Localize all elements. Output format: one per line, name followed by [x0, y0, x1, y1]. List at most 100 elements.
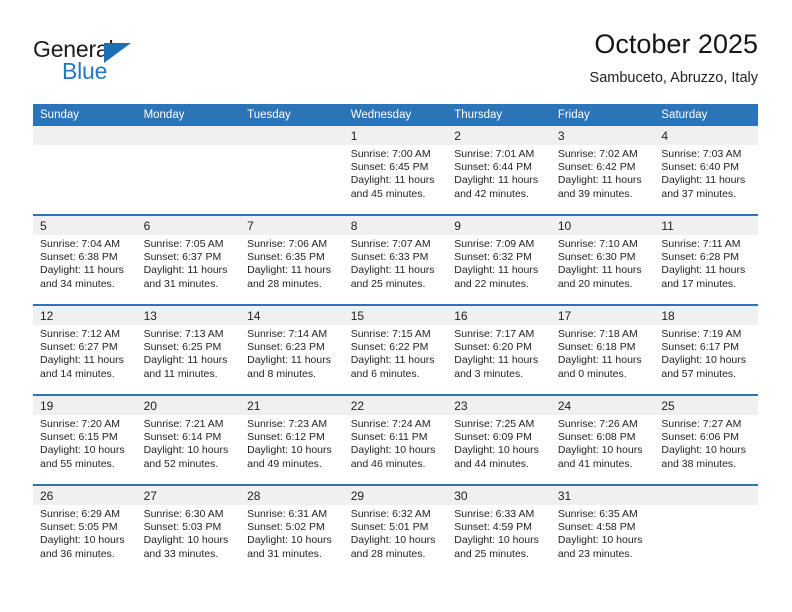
daylight-text-line2: and 0 minutes. [557, 367, 627, 380]
calendar-day-cell[interactable]: 29 Sunrise: 6:32 AM Sunset: 5:01 PM Dayligh… [343, 484, 448, 574]
calendar-day-cell[interactable]: 24 Sunrise: 7:26 AM Sunset: 6:08 PM Dayligh… [550, 394, 655, 485]
calendar-day-cell[interactable]: 18 Sunrise: 7:19 AM Sunset: 6:17 PM Dayligh… [654, 304, 758, 395]
calendar-day-cell[interactable]: 11 Sunrise: 7:11 AM Sunset: 6:28 PM Dayligh… [654, 214, 758, 305]
sunset-text: Sunset: 6:12 PM [247, 431, 325, 444]
sunrise-text: Sunrise: 6:29 AM [40, 508, 120, 520]
day-cell-inner: 22 Sunrise: 7:24 AM Sunset: 6:11 PM Dayligh… [343, 396, 448, 484]
sunrise-text: Sunrise: 7:03 AM [661, 148, 742, 160]
day-number [240, 126, 344, 145]
daylight-text-line2: and 25 minutes. [454, 547, 529, 560]
sunrise-text: Sunrise: 7:09 AM [454, 238, 535, 250]
day-number: 24 [550, 396, 655, 415]
calendar-day-cell[interactable]: 15 Sunrise: 7:15 AM Sunset: 6:22 PM Dayligh… [343, 304, 448, 395]
sunset-text: Sunset: 6:40 PM [661, 161, 740, 174]
weekday-header-row: Sunday Monday Tuesday Wednesday Thursday… [33, 104, 758, 126]
daylight-text-line2: and 20 minutes. [557, 277, 633, 290]
day-number: 16 [447, 306, 551, 325]
calendar-day-cell[interactable]: 17 Sunrise: 7:18 AM Sunset: 6:18 PM Dayligh… [550, 304, 655, 395]
calendar-day-cell[interactable]: 19 Sunrise: 7:20 AM Sunset: 6:15 PM Dayligh… [33, 394, 137, 485]
title-block: October 2025 Sambuceto, Abruzzo, Italy [590, 28, 758, 88]
calendar-day-cell[interactable]: 7 Sunrise: 7:06 AM Sunset: 6:35 PM Daylight… [240, 214, 344, 305]
day-number: 31 [550, 486, 655, 505]
calendar-day-cell[interactable]: 31 Sunrise: 6:35 AM Sunset: 4:58 PM Dayligh… [550, 484, 655, 574]
daylight-text-line2: and 8 minutes. [247, 367, 317, 380]
day-number: 22 [343, 396, 448, 415]
day-cell-inner: 26 Sunrise: 6:29 AM Sunset: 5:05 PM Dayligh… [33, 486, 137, 574]
day-number: 18 [654, 306, 758, 325]
calendar-day-cell-empty [33, 126, 137, 215]
day-number: 11 [654, 216, 758, 235]
sunrise-text: Sunrise: 6:32 AM [350, 508, 431, 520]
daylight-text-line2: and 39 minutes. [557, 187, 633, 200]
sunrise-text: Sunrise: 6:33 AM [454, 508, 535, 520]
daylight-text-line2: and 28 minutes. [350, 547, 426, 560]
general-blue-logo[interactable]: General Blue [33, 36, 183, 88]
calendar-day-cell[interactable]: 14 Sunrise: 7:14 AM Sunset: 6:23 PM Dayligh… [240, 304, 344, 395]
daylight-text-line2: and 6 minutes. [350, 367, 420, 380]
daylight-text-line1: Daylight: 11 hours [40, 264, 124, 277]
day-cell-inner [240, 126, 344, 214]
day-details: Sunrise: 7:26 AM Sunset: 6:08 PM Daylight:… [551, 415, 655, 471]
calendar-day-cell[interactable]: 16 Sunrise: 7:17 AM Sunset: 6:20 PM Dayligh… [447, 304, 551, 395]
day-details: Sunrise: 7:23 AM Sunset: 6:12 PM Daylight:… [240, 415, 344, 471]
day-number: 9 [447, 216, 551, 235]
calendar-day-cell[interactable]: 4 Sunrise: 7:03 AM Sunset: 6:40 PM Daylight… [654, 126, 758, 215]
day-cell-inner: 11 Sunrise: 7:11 AM Sunset: 6:28 PM Dayligh… [654, 216, 758, 304]
sunrise-text: Sunrise: 7:06 AM [247, 238, 328, 250]
daylight-text-line2: and 57 minutes. [661, 367, 737, 380]
day-cell-inner: 6 Sunrise: 7:05 AM Sunset: 6:37 PM Daylight… [136, 216, 241, 304]
calendar-day-cell[interactable]: 22 Sunrise: 7:24 AM Sunset: 6:11 PM Dayligh… [343, 394, 448, 485]
sunset-text: Sunset: 6:17 PM [661, 341, 740, 354]
weekday-header-friday: Friday [550, 104, 655, 126]
sunrise-text: Sunrise: 7:02 AM [557, 148, 638, 160]
daylight-text-line1: Daylight: 11 hours [350, 174, 435, 187]
sunset-text: Sunset: 6:20 PM [454, 341, 532, 354]
daylight-text-line1: Daylight: 11 hours [454, 174, 539, 187]
daylight-text-line1: Daylight: 10 hours [247, 444, 332, 457]
day-number: 13 [136, 306, 241, 325]
page-title: October 2025 [594, 29, 758, 59]
calendar-day-cell[interactable]: 23 Sunrise: 7:25 AM Sunset: 6:09 PM Dayligh… [447, 394, 551, 485]
calendar-day-cell[interactable]: 1 Sunrise: 7:00 AM Sunset: 6:45 PM Daylight… [343, 126, 448, 215]
calendar-day-cell[interactable]: 20 Sunrise: 7:21 AM Sunset: 6:14 PM Dayligh… [136, 394, 241, 485]
day-cell-inner: 9 Sunrise: 7:09 AM Sunset: 6:32 PM Daylight… [447, 216, 551, 304]
weekday-header-tuesday: Tuesday [240, 104, 344, 126]
calendar-day-cell[interactable]: 28 Sunrise: 6:31 AM Sunset: 5:02 PM Dayligh… [240, 484, 344, 574]
calendar-week-row: 1 Sunrise: 7:00 AM Sunset: 6:45 PM Daylight… [33, 126, 758, 215]
calendar-day-cell[interactable]: 26 Sunrise: 6:29 AM Sunset: 5:05 PM Dayligh… [33, 484, 137, 574]
sunset-text: Sunset: 5:05 PM [40, 521, 118, 534]
day-number: 2 [447, 126, 551, 145]
day-cell-inner: 31 Sunrise: 6:35 AM Sunset: 4:58 PM Dayligh… [550, 486, 655, 574]
day-details: Sunrise: 6:29 AM Sunset: 5:05 PM Daylight:… [33, 505, 137, 561]
sunrise-text: Sunrise: 7:25 AM [454, 418, 535, 430]
calendar-day-cell[interactable]: 30 Sunrise: 6:33 AM Sunset: 4:59 PM Dayligh… [447, 484, 551, 574]
calendar-day-cell[interactable]: 13 Sunrise: 7:13 AM Sunset: 6:25 PM Dayligh… [136, 304, 241, 395]
calendar-day-cell[interactable]: 5 Sunrise: 7:04 AM Sunset: 6:38 PM Daylight… [33, 214, 137, 305]
day-details: Sunrise: 7:03 AM Sunset: 6:40 PM Daylight:… [654, 145, 758, 201]
daylight-text-line2: and 33 minutes. [143, 547, 219, 560]
calendar-day-cell[interactable]: 12 Sunrise: 7:12 AM Sunset: 6:27 PM Dayligh… [33, 304, 137, 395]
sunset-text: Sunset: 6:33 PM [350, 251, 429, 264]
sunset-text: Sunset: 6:09 PM [454, 431, 532, 444]
calendar-day-cell[interactable]: 21 Sunrise: 7:23 AM Sunset: 6:12 PM Dayligh… [240, 394, 344, 485]
calendar-day-cell[interactable]: 6 Sunrise: 7:05 AM Sunset: 6:37 PM Daylight… [136, 214, 241, 305]
day-number: 5 [33, 216, 137, 235]
calendar-day-cell[interactable]: 27 Sunrise: 6:30 AM Sunset: 5:03 PM Dayligh… [136, 484, 241, 574]
daylight-text-line1: Daylight: 10 hours [350, 444, 436, 457]
day-number: 4 [654, 126, 758, 145]
day-number [136, 126, 241, 145]
calendar-day-cell[interactable]: 3 Sunrise: 7:02 AM Sunset: 6:42 PM Daylight… [550, 126, 655, 215]
calendar-day-cell[interactable]: 8 Sunrise: 7:07 AM Sunset: 6:33 PM Daylight… [343, 214, 448, 305]
calendar-day-cell-empty [654, 484, 758, 574]
day-number: 23 [447, 396, 551, 415]
day-details: Sunrise: 7:00 AM Sunset: 6:45 PM Daylight:… [344, 145, 448, 201]
daylight-text-line1: Daylight: 11 hours [557, 174, 642, 187]
calendar-day-cell[interactable]: 25 Sunrise: 7:27 AM Sunset: 6:06 PM Dayligh… [654, 394, 758, 485]
calendar-day-cell[interactable]: 2 Sunrise: 7:01 AM Sunset: 6:44 PM Daylight… [447, 126, 551, 215]
calendar-day-cell[interactable]: 9 Sunrise: 7:09 AM Sunset: 6:32 PM Daylight… [447, 214, 551, 305]
calendar-day-cell[interactable]: 10 Sunrise: 7:10 AM Sunset: 6:30 PM Dayligh… [550, 214, 655, 305]
daylight-text-line1: Daylight: 11 hours [454, 264, 539, 277]
calendar-week-row: 12 Sunrise: 7:12 AM Sunset: 6:27 PM Dayligh… [33, 304, 758, 395]
day-details: Sunrise: 6:35 AM Sunset: 4:58 PM Daylight:… [551, 505, 655, 561]
daylight-text-line2: and 34 minutes. [40, 277, 115, 290]
